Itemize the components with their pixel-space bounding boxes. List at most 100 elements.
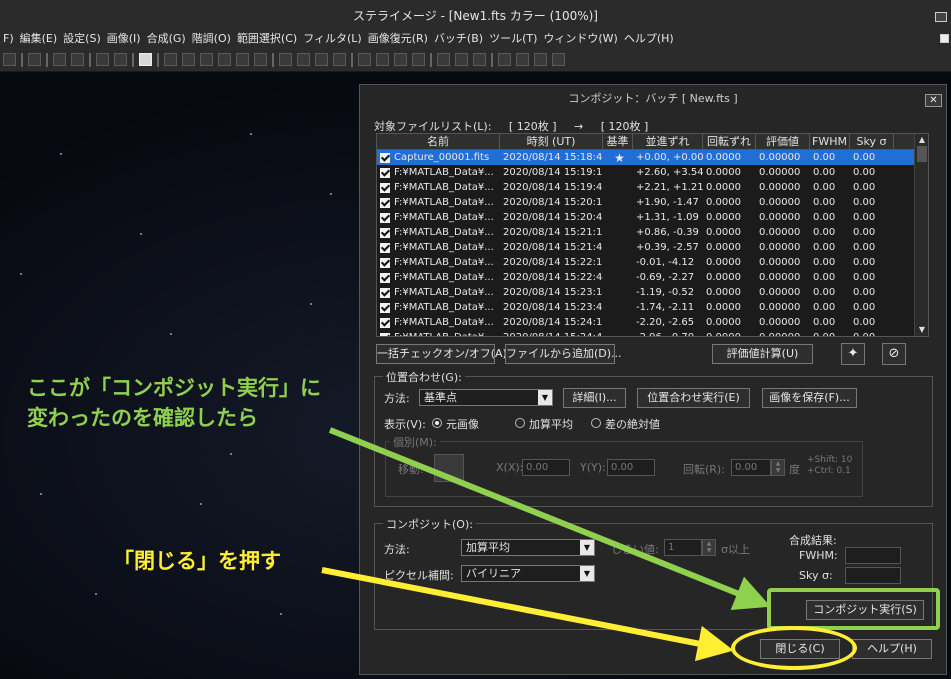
column-header[interactable]: 評価値 bbox=[756, 134, 810, 149]
row-checkbox[interactable] bbox=[380, 272, 390, 283]
tool-icon[interactable] bbox=[182, 53, 195, 66]
run-alignment-button[interactable]: 位置合わせ実行(E) bbox=[637, 388, 750, 408]
menu-item-settings[interactable]: 設定(S) bbox=[60, 30, 104, 46]
menu-item-restore[interactable]: 画像復元(R) bbox=[365, 30, 431, 46]
tool-icon[interactable] bbox=[473, 53, 486, 66]
row-checkbox[interactable] bbox=[380, 152, 390, 163]
star-wand-icon[interactable]: ✦ bbox=[841, 343, 865, 365]
close-icon[interactable]: ✕ bbox=[925, 94, 942, 107]
table-row[interactable]: F:¥MATLAB_Data¥... 2020/08/14 15:24:15.61… bbox=[377, 315, 928, 330]
column-header[interactable]: 名前 bbox=[377, 134, 500, 149]
menu-item-tone[interactable]: 階調(O) bbox=[189, 30, 234, 46]
tool-icon[interactable] bbox=[200, 53, 213, 66]
table-row[interactable]: F:¥MATLAB_Data¥... 2020/08/14 15:22:14.19… bbox=[377, 255, 928, 270]
tool-icon[interactable] bbox=[297, 53, 310, 66]
vertical-scrollbar[interactable]: ▲ ▼ bbox=[914, 134, 928, 336]
table-row[interactable]: F:¥MATLAB_Data¥... 2020/08/14 15:22:44.54… bbox=[377, 270, 928, 285]
radio-average[interactable] bbox=[515, 418, 525, 428]
tool-icon[interactable] bbox=[28, 53, 41, 66]
tool-icon[interactable] bbox=[3, 53, 16, 66]
menu-item-help[interactable]: ヘルプ(H) bbox=[621, 30, 677, 46]
row-checkbox[interactable] bbox=[380, 227, 390, 238]
interpolation-select[interactable]: バイリニア ▼ bbox=[461, 565, 595, 582]
tool-icon[interactable] bbox=[376, 53, 389, 66]
row-checkbox[interactable] bbox=[380, 332, 390, 336]
row-checkbox[interactable] bbox=[380, 287, 390, 298]
menu-item-tools[interactable]: ツール(T) bbox=[486, 30, 540, 46]
tool-icon[interactable] bbox=[455, 53, 468, 66]
column-header[interactable]: 時刻 (UT) bbox=[500, 134, 603, 149]
table-row[interactable]: F:¥MATLAB_Data¥... 2020/08/14 15:20:12.81… bbox=[377, 195, 928, 210]
threshold-spinner[interactable]: ▲ ▼ bbox=[702, 539, 716, 556]
tool-icon[interactable] bbox=[53, 53, 66, 66]
table-row[interactable]: F:¥MATLAB_Data¥... 2020/08/14 15:23:45.27… bbox=[377, 300, 928, 315]
table-row[interactable]: F:¥MATLAB_Data¥... 2020/08/14 15:24:45.96… bbox=[377, 330, 928, 336]
tool-icon[interactable] bbox=[516, 53, 529, 66]
tool-icon[interactable] bbox=[552, 53, 565, 66]
row-checkbox[interactable] bbox=[380, 242, 390, 253]
menu-item-composite[interactable]: 合成(G) bbox=[144, 30, 189, 46]
row-checkbox[interactable] bbox=[380, 212, 390, 223]
rotation-input[interactable]: 0.00 bbox=[731, 459, 771, 476]
tool-icon[interactable] bbox=[236, 53, 249, 66]
file-list-table[interactable]: 名前 時刻 (UT) 基準 並進ずれ 回転ずれ 評価値 FWHM Sky σ Capture_… bbox=[376, 133, 929, 337]
composite-method-select[interactable]: 加算平均 ▼ bbox=[461, 539, 595, 556]
row-checkbox[interactable] bbox=[380, 317, 390, 328]
row-checkbox[interactable] bbox=[380, 197, 390, 208]
move-pad[interactable] bbox=[434, 454, 464, 482]
menu-item-image[interactable]: 画像(I) bbox=[104, 30, 144, 46]
tool-icon[interactable] bbox=[96, 53, 109, 66]
x-input[interactable]: 0.00 bbox=[522, 459, 570, 476]
scroll-down-icon[interactable]: ▼ bbox=[915, 324, 928, 336]
minimize-button[interactable] bbox=[935, 12, 947, 22]
menu-item-edit[interactable]: 編集(E) bbox=[17, 30, 61, 46]
table-row[interactable]: F:¥MATLAB_Data¥... 2020/08/14 15:21:43.85… bbox=[377, 240, 928, 255]
tool-icon[interactable] bbox=[218, 53, 231, 66]
tool-icon[interactable] bbox=[498, 53, 511, 66]
rotation-spinner[interactable]: ▲ ▼ bbox=[771, 459, 785, 476]
menu-item-window[interactable]: ウィンドウ(W) bbox=[540, 30, 620, 46]
table-row[interactable]: F:¥MATLAB_Data¥... 2020/08/14 15:23:14.90… bbox=[377, 285, 928, 300]
menu-item-file[interactable]: F) bbox=[0, 32, 17, 45]
menu-item-batch[interactable]: バッチ(B) bbox=[431, 30, 486, 46]
tool-icon[interactable] bbox=[394, 53, 407, 66]
tool-icon[interactable] bbox=[358, 53, 371, 66]
row-checkbox[interactable] bbox=[380, 257, 390, 268]
row-checkbox[interactable] bbox=[380, 167, 390, 178]
table-row[interactable]: F:¥MATLAB_Data¥... 2020/08/14 15:19:12.11… bbox=[377, 165, 928, 180]
menu-item-filter[interactable]: フィルタ(L) bbox=[300, 30, 365, 46]
check-toggle-button[interactable]: 一括チェックオン/オフ(A) bbox=[376, 344, 507, 364]
column-header[interactable]: 回転ずれ bbox=[703, 134, 756, 149]
threshold-input[interactable]: 1 bbox=[664, 539, 702, 556]
table-row[interactable]: F:¥MATLAB_Data¥... 2020/08/14 15:21:13.50… bbox=[377, 225, 928, 240]
table-row[interactable]: F:¥MATLAB_Data¥... 2020/08/14 15:20:43.15… bbox=[377, 210, 928, 225]
tool-icon[interactable] bbox=[534, 53, 547, 66]
align-method-select[interactable]: 基準点 ▼ bbox=[419, 389, 553, 406]
tool-icon[interactable] bbox=[71, 53, 84, 66]
help-button[interactable]: ヘルプ(H) bbox=[852, 639, 932, 659]
eval-calc-button[interactable]: 評価値計算(U) bbox=[712, 344, 813, 364]
mdi-restore-icon[interactable] bbox=[940, 34, 949, 43]
table-row[interactable]: F:¥MATLAB_Data¥... 2020/08/14 15:19:42.47… bbox=[377, 180, 928, 195]
column-header[interactable]: FWHM bbox=[810, 134, 850, 149]
row-checkbox[interactable] bbox=[380, 182, 390, 193]
save-image-button[interactable]: 画像を保存(F)... bbox=[762, 388, 857, 408]
detail-button[interactable]: 詳細(I)... bbox=[563, 388, 626, 408]
tool-icon[interactable] bbox=[164, 53, 177, 66]
add-from-file-button[interactable]: ファイルから追加(D)... bbox=[505, 344, 622, 364]
tool-icon[interactable] bbox=[315, 53, 328, 66]
column-header[interactable]: Sky σ bbox=[850, 134, 894, 149]
scroll-up-icon[interactable]: ▲ bbox=[915, 134, 928, 146]
tool-icon[interactable] bbox=[254, 53, 267, 66]
disabled-circle-icon[interactable]: ⊘ bbox=[882, 343, 906, 365]
y-input[interactable]: 0.00 bbox=[607, 459, 655, 476]
radio-diff[interactable] bbox=[591, 418, 601, 428]
tool-icon[interactable] bbox=[412, 53, 425, 66]
table-row[interactable]: Capture_00001.fits 2020/08/14 15:18:41.65… bbox=[377, 150, 928, 165]
menu-item-selection[interactable]: 範囲選択(C) bbox=[234, 30, 300, 46]
row-checkbox[interactable] bbox=[380, 302, 390, 313]
tool-icon[interactable] bbox=[279, 53, 292, 66]
tool-icon[interactable] bbox=[114, 53, 127, 66]
column-header[interactable]: 並進ずれ bbox=[633, 134, 703, 149]
scrollbar-thumb[interactable] bbox=[917, 146, 927, 162]
